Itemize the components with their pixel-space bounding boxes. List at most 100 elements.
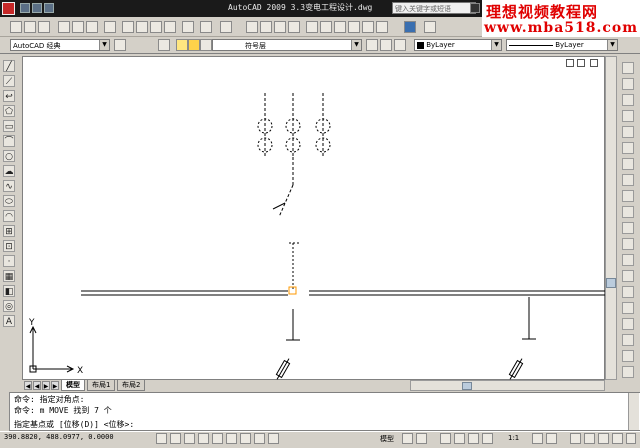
spline-icon[interactable]: ∿ bbox=[3, 180, 15, 192]
tab-model[interactable]: 模型 bbox=[61, 380, 85, 391]
line-tool-icon[interactable]: ╱ bbox=[3, 60, 15, 72]
chamfer-icon[interactable] bbox=[622, 286, 634, 298]
text-style-icon[interactable] bbox=[424, 21, 436, 33]
search-input[interactable]: 键入关键字或短语 bbox=[392, 2, 476, 14]
mirror-icon[interactable] bbox=[622, 94, 634, 106]
zoom-window-icon[interactable] bbox=[274, 21, 286, 33]
dynamic-ucs-icon[interactable] bbox=[240, 433, 251, 444]
command-window-grip[interactable] bbox=[0, 392, 10, 431]
design-center-icon[interactable] bbox=[320, 21, 332, 33]
offset-icon[interactable] bbox=[622, 110, 634, 122]
sheet-set-icon[interactable] bbox=[348, 21, 360, 33]
grid-display-icon[interactable] bbox=[170, 433, 181, 444]
workspace-select[interactable]: AutoCAD 经典 ▼ bbox=[10, 39, 110, 51]
horizontal-scroll-thumb[interactable] bbox=[462, 382, 472, 390]
undo-icon[interactable] bbox=[200, 21, 212, 33]
extend-icon[interactable] bbox=[622, 222, 634, 234]
hatch-icon[interactable]: ▦ bbox=[3, 270, 15, 282]
stretch-icon[interactable] bbox=[622, 190, 634, 202]
qat-save-icon[interactable] bbox=[44, 3, 54, 13]
polygon-icon[interactable]: ⬠ bbox=[3, 105, 15, 117]
tray-settings-icon[interactable] bbox=[598, 433, 609, 444]
snap-from-icon[interactable] bbox=[622, 334, 634, 346]
open-file-icon[interactable] bbox=[24, 21, 36, 33]
rotate-icon[interactable] bbox=[622, 158, 634, 170]
coordinate-readout[interactable]: 390.8820, 488.0977, 0.0000 bbox=[4, 433, 114, 441]
revision-cloud-icon[interactable]: ☁ bbox=[3, 165, 15, 177]
gradient-icon[interactable]: ◧ bbox=[3, 285, 15, 297]
layer-states-icon[interactable] bbox=[394, 39, 406, 51]
object-snap-tracking-icon[interactable] bbox=[226, 433, 237, 444]
last-tab-icon[interactable]: ▶ bbox=[51, 381, 59, 390]
rectangle-icon[interactable]: ▭ bbox=[3, 120, 15, 132]
lineweight-icon[interactable] bbox=[268, 433, 279, 444]
object-snap-icon[interactable] bbox=[212, 433, 223, 444]
print-icon[interactable] bbox=[58, 21, 70, 33]
zoom-realtime-icon[interactable] bbox=[260, 21, 272, 33]
region-icon[interactable]: ◎ bbox=[3, 300, 15, 312]
layer-previous-icon[interactable] bbox=[380, 39, 392, 51]
search-icon[interactable] bbox=[470, 3, 480, 13]
copy-object-icon[interactable] bbox=[622, 78, 634, 90]
polar-tracking-icon[interactable] bbox=[198, 433, 209, 444]
fillet-icon[interactable] bbox=[622, 302, 634, 314]
workspace-settings-icon[interactable] bbox=[114, 39, 126, 51]
clean-screen-icon[interactable] bbox=[612, 433, 623, 444]
join-icon[interactable] bbox=[622, 270, 634, 282]
first-tab-icon[interactable]: ◀ bbox=[24, 381, 32, 390]
match-properties-icon[interactable] bbox=[164, 21, 176, 33]
vertical-scroll-thumb[interactable] bbox=[606, 278, 616, 288]
save-icon[interactable] bbox=[38, 21, 50, 33]
markup-icon[interactable] bbox=[362, 21, 374, 33]
prev-tab-icon[interactable]: ◀ bbox=[33, 381, 41, 390]
zoom-previous-icon[interactable] bbox=[288, 21, 300, 33]
midpoint-snap-icon[interactable] bbox=[622, 366, 634, 378]
layout-view-icon[interactable] bbox=[402, 433, 413, 444]
scale-icon[interactable] bbox=[622, 174, 634, 186]
multiline-text-icon[interactable]: A bbox=[3, 315, 15, 327]
new-file-icon[interactable] bbox=[10, 21, 22, 33]
vertical-scrollbar[interactable] bbox=[605, 56, 617, 380]
tab-layout2[interactable]: 布局2 bbox=[117, 380, 146, 391]
zoom-status-icon[interactable] bbox=[454, 433, 465, 444]
horizontal-scrollbar[interactable] bbox=[410, 380, 605, 391]
pan-icon[interactable] bbox=[246, 21, 258, 33]
array-icon[interactable] bbox=[622, 126, 634, 138]
tab-layout1[interactable]: 布局1 bbox=[87, 380, 116, 391]
arc-icon[interactable]: ⌒ bbox=[3, 135, 15, 147]
viewport-close-icon[interactable] bbox=[590, 59, 598, 67]
layer-manager-icon[interactable] bbox=[158, 39, 170, 51]
trim-icon[interactable] bbox=[622, 206, 634, 218]
3d-dwf-icon[interactable] bbox=[104, 21, 116, 33]
ellipse-arc-icon[interactable]: ◠ bbox=[3, 210, 15, 222]
construction-line-icon[interactable]: ⟋ bbox=[3, 75, 15, 87]
circle-icon[interactable]: ○ bbox=[3, 150, 15, 162]
make-current-layer-icon[interactable] bbox=[366, 39, 378, 51]
model-space-label[interactable]: 模型 bbox=[380, 434, 394, 444]
qat-open-icon[interactable] bbox=[32, 3, 42, 13]
command-prompt[interactable]: 指定基点或 [位移(D)] <位移>: bbox=[14, 419, 134, 430]
quick-view-icon[interactable] bbox=[416, 433, 427, 444]
explode-icon[interactable] bbox=[622, 318, 634, 330]
point-icon[interactable]: · bbox=[3, 255, 15, 267]
endpoint-snap-icon[interactable] bbox=[622, 350, 634, 362]
pan-status-icon[interactable] bbox=[440, 433, 451, 444]
print-preview-icon[interactable] bbox=[72, 21, 84, 33]
steeringwheel-icon[interactable] bbox=[468, 433, 479, 444]
break-icon[interactable] bbox=[622, 254, 634, 266]
ortho-mode-icon[interactable] bbox=[184, 433, 195, 444]
help-icon[interactable] bbox=[404, 21, 416, 33]
tool-palettes-icon[interactable] bbox=[334, 21, 346, 33]
make-block-icon[interactable]: ⊡ bbox=[3, 240, 15, 252]
color-select[interactable]: ByLayer ▼ bbox=[414, 39, 502, 51]
autocad-app-icon[interactable] bbox=[2, 2, 15, 15]
auto-scale-icon[interactable] bbox=[546, 433, 557, 444]
drawing-canvas[interactable]: Y X bbox=[22, 56, 606, 380]
status-menu-icon[interactable] bbox=[626, 433, 636, 444]
next-tab-icon[interactable]: ▶ bbox=[42, 381, 50, 390]
dynamic-input-icon[interactable] bbox=[254, 433, 265, 444]
linetype-select[interactable]: ByLayer ▼ bbox=[506, 39, 618, 51]
command-scrollbar[interactable] bbox=[628, 393, 639, 430]
workspace-switch-icon[interactable] bbox=[570, 433, 581, 444]
insert-block-icon[interactable]: ⊞ bbox=[3, 225, 15, 237]
